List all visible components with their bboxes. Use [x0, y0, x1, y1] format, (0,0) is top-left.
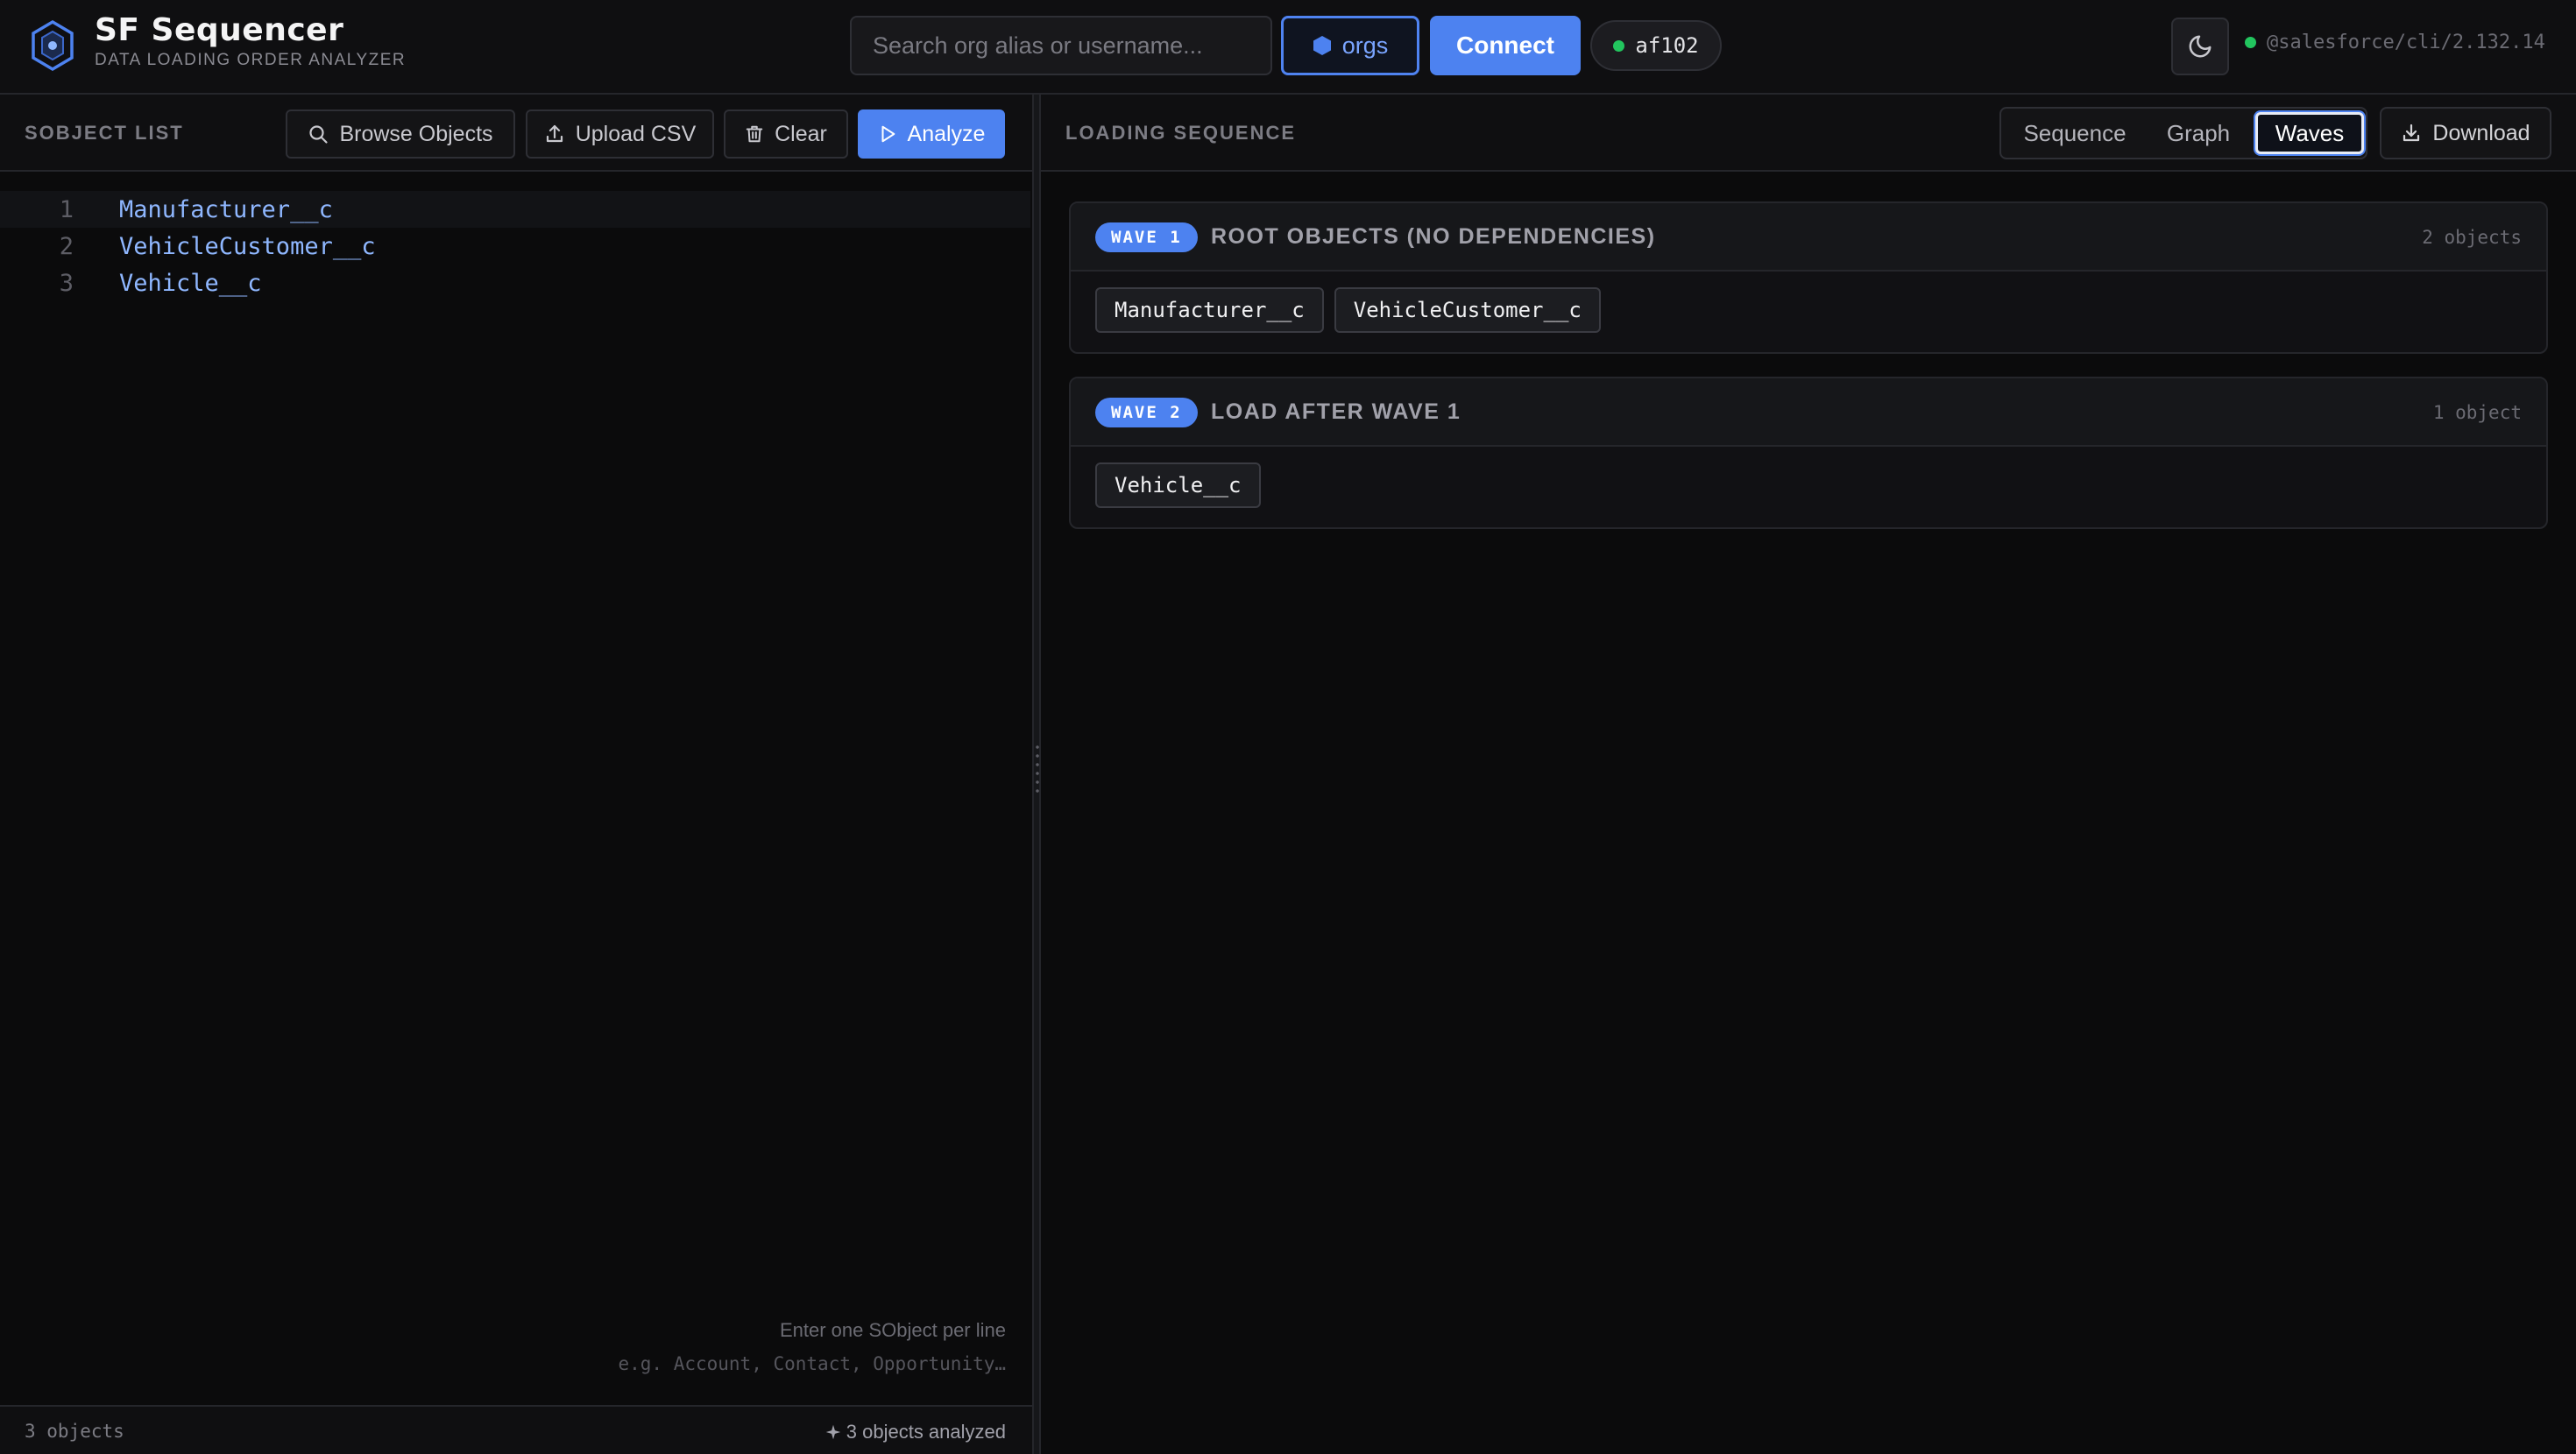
app-subtitle: DATA LOADING ORDER ANALYZER [95, 51, 407, 69]
cli-status-dot-icon [2245, 37, 2256, 48]
upload-csv-button[interactable]: Upload CSV [526, 109, 714, 159]
orgs-button-label: orgs [1341, 32, 1389, 59]
object-chip[interactable]: Vehicle__c [1095, 462, 1261, 508]
editor-line[interactable]: 1 Manufacturer__c [0, 191, 1030, 228]
upload-csv-label: Upload CSV [575, 121, 697, 146]
wave-card: WAVE 2 LOAD AFTER WAVE 1 1 object Vehicl… [1069, 377, 2548, 529]
cli-version: @salesforce/cli/2.132.14 [2245, 32, 2545, 53]
download-icon [2403, 124, 2420, 142]
connect-button-label: Connect [1456, 32, 1554, 59]
wave-object-count: 2 objects [2422, 227, 2522, 248]
wave-objects: Manufacturer__c VehicleCustomer__c [1071, 272, 2546, 352]
app-header: SF Sequencer DATA LOADING ORDER ANALYZER… [0, 0, 2576, 95]
analysis-status-text: 3 objects analyzed [846, 1421, 1006, 1443]
editor-hint: Enter one SObject per line [779, 1319, 1006, 1341]
moon-icon [2189, 35, 2212, 58]
sobject-editor[interactable]: 1 Manufacturer__c 2 VehicleCustomer__c 3… [0, 191, 1030, 301]
wave-title: ROOT OBJECTS (NO DEPENDENCIES) [1211, 224, 1656, 249]
tab-sequence[interactable]: Sequence [2006, 112, 2143, 154]
wave-header: WAVE 2 LOAD AFTER WAVE 1 1 object [1071, 378, 2546, 447]
connected-org-badge[interactable]: af102 [1590, 20, 1722, 71]
analyze-button[interactable]: Analyze [858, 109, 1005, 159]
sobject-list-toolbar: SOBJECT LIST Browse Objects Upload CSV C… [0, 95, 1032, 172]
wave-badge: WAVE 1 [1095, 222, 1198, 252]
orgs-button[interactable]: orgs [1281, 16, 1419, 75]
wave-badge: WAVE 2 [1095, 398, 1198, 427]
clear-label: Clear [775, 121, 827, 146]
wave-objects: Vehicle__c [1071, 447, 2546, 527]
download-label: Download [2432, 120, 2530, 145]
wave-card: WAVE 1 ROOT OBJECTS (NO DEPENDENCIES) 2 … [1069, 201, 2548, 354]
clear-button[interactable]: Clear [724, 109, 848, 159]
line-number: 3 [59, 269, 74, 297]
drag-grip-icon [1036, 743, 1039, 797]
view-switcher: Sequence Graph Waves [1999, 107, 2367, 159]
analysis-status: 3 objects analyzed [825, 1421, 1006, 1443]
app-title: SF Sequencer [95, 12, 344, 48]
wave-title: LOAD AFTER WAVE 1 [1211, 399, 1461, 424]
play-icon [881, 125, 895, 143]
line-text: Vehicle__c [119, 269, 262, 297]
tab-waves[interactable]: Waves [2255, 112, 2364, 154]
theme-toggle-button[interactable] [2171, 18, 2229, 75]
line-number: 1 [59, 195, 74, 223]
trash-icon [746, 125, 763, 143]
sobject-list-panel: SOBJECT LIST Browse Objects Upload CSV C… [0, 95, 1032, 1454]
line-number: 2 [59, 232, 74, 260]
object-chip[interactable]: Manufacturer__c [1095, 287, 1324, 333]
editor-line[interactable]: 3 Vehicle__c [0, 265, 1030, 301]
tab-graph[interactable]: Graph [2147, 112, 2250, 154]
status-dot-icon [1613, 39, 1625, 52]
editor-line[interactable]: 2 VehicleCustomer__c [0, 228, 1030, 265]
wave-object-count: 1 object [2432, 402, 2522, 423]
line-text: Manufacturer__c [119, 195, 333, 223]
sobject-list-footer: 3 objects 3 objects analyzed [0, 1405, 1032, 1454]
object-chip[interactable]: VehicleCustomer__c [1334, 287, 1601, 333]
loading-sequence-panel: LOADING SEQUENCE Sequence Graph Waves Do… [1041, 95, 2576, 1454]
upload-icon [546, 124, 563, 143]
object-count: 3 objects [25, 1421, 124, 1442]
download-button[interactable]: Download [2380, 107, 2551, 159]
org-search-input[interactable] [850, 16, 1272, 75]
search-icon [309, 125, 329, 144]
sparkle-icon [825, 1424, 841, 1440]
editor-hint-example: e.g. Account, Contact, Opportunity… [618, 1353, 1006, 1374]
hexagon-icon [1313, 36, 1331, 55]
browse-objects-label: Browse Objects [339, 121, 493, 146]
line-text: VehicleCustomer__c [119, 232, 376, 260]
panel-resize-handle[interactable] [1032, 95, 1041, 1454]
loading-sequence-toolbar: LOADING SEQUENCE Sequence Graph Waves Do… [1041, 95, 2576, 172]
hexagon-logo-icon [32, 19, 74, 72]
wave-header: WAVE 1 ROOT OBJECTS (NO DEPENDENCIES) 2 … [1071, 203, 2546, 272]
analyze-label: Analyze [907, 121, 986, 146]
connect-button[interactable]: Connect [1430, 16, 1581, 75]
panel-label-sobject-list: SOBJECT LIST [25, 122, 184, 144]
panel-label-loading-sequence: LOADING SEQUENCE [1065, 122, 1297, 144]
cli-version-text: @salesforce/cli/2.132.14 [2267, 32, 2545, 53]
connected-org-alias: af102 [1635, 33, 1699, 58]
browse-objects-button[interactable]: Browse Objects [286, 109, 515, 159]
